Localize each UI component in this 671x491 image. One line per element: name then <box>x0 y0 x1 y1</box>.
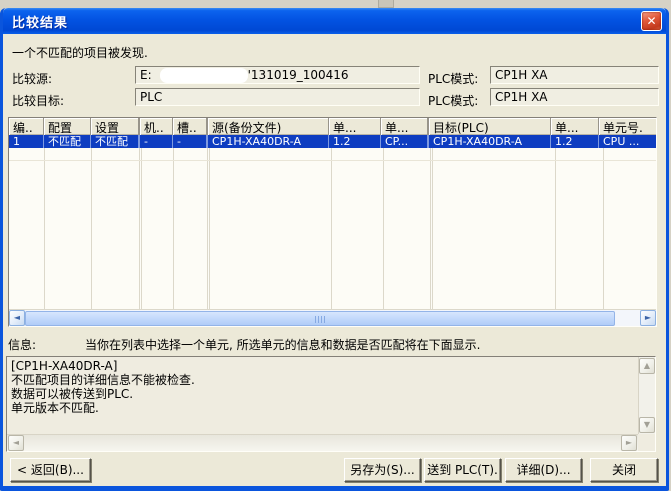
close-icon[interactable]: ✕ <box>641 11 662 31</box>
scroll-right-icon[interactable]: ► <box>640 310 656 326</box>
save-as-button[interactable]: 另存为(S)... <box>344 458 421 482</box>
compare-source-prefix: E: <box>140 68 152 82</box>
close-button[interactable]: 关闭 <box>590 458 658 482</box>
col-config[interactable]: 配置 <box>44 118 91 135</box>
cell-target-plc: CP1H-XA40DR-A <box>428 135 551 148</box>
col-unit-a[interactable]: 单... <box>329 118 381 135</box>
col-unit-c[interactable]: 单... <box>551 118 599 135</box>
dialog-body: 一个不匹配的项目被发现. 比较源: E: '131019_100416 PLC模… <box>3 34 666 486</box>
info-line: 不匹配项目的详细信息不能被检查. <box>11 373 634 387</box>
detail-info-text: [CP1H-XA40DR-A] 不匹配项目的详细信息不能被检查. 数据可以被传送… <box>7 357 638 434</box>
col-target-plc[interactable]: 目标(PLC) <box>428 118 551 135</box>
plc-mode-field-2: CP1H XA <box>490 88 659 106</box>
dialog-title: 比较结果 <box>12 12 68 31</box>
titlebar[interactable]: 比较结果 ✕ <box>3 8 666 34</box>
compare-target-value: PLC <box>140 90 162 104</box>
col-source-backup[interactable]: 源(备份文件) <box>207 118 329 135</box>
info-hint: 当你在列表中选择一个单元, 所选单元的信息和数据是否匹配将在下面显示. <box>85 336 480 353</box>
table-horizontal-scrollbar[interactable]: ◄ ► <box>9 309 656 326</box>
cell-unit-a: 1.2 <box>329 135 381 148</box>
compare-result-dialog: 比较结果 ✕ 一个不匹配的项目被发现. 比较源: E: '131019_1004… <box>0 8 669 491</box>
backdrop-notch <box>378 0 394 8</box>
plc-mode-value-2: CP1H XA <box>495 90 548 104</box>
scroll-track[interactable] <box>25 310 640 326</box>
scroll-down-icon[interactable]: ▼ <box>639 417 655 433</box>
comparison-table: 编.. 配置 设置 机.. 槽.. 源(备份文件) 单... 单... 目标(P… <box>8 117 657 327</box>
detail-button[interactable]: 详细(D)... <box>505 458 582 482</box>
plc-mode-value-1: CP1H XA <box>495 68 548 82</box>
info-horizontal-scrollbar[interactable]: ◄ ► <box>7 434 638 451</box>
back-button[interactable]: < 返回(B)... <box>10 458 91 482</box>
col-machine[interactable]: 机.. <box>139 118 173 135</box>
scroll-up-icon[interactable]: ▲ <box>639 358 655 374</box>
compare-source-field: E: '131019_100416 <box>135 66 420 84</box>
cell-source-backup: CP1H-XA40DR-A <box>207 135 329 148</box>
plc-mode-field-1: CP1H XA <box>490 66 659 84</box>
cell-config: 不匹配 <box>44 135 91 148</box>
compare-source-suffix: '131019_100416 <box>248 68 349 82</box>
cell-slot: - <box>173 135 207 148</box>
info-label: 信息: <box>8 336 36 353</box>
cell-machine: - <box>139 135 173 148</box>
table-header-row: 编.. 配置 设置 机.. 槽.. 源(备份文件) 单... 单... 目标(P… <box>9 118 656 135</box>
cell-unit-c: 1.2 <box>551 135 599 148</box>
plc-mode-label-1: PLC模式: <box>428 70 478 87</box>
col-unit-b[interactable]: 单... <box>381 118 428 135</box>
table-row-selected[interactable]: 1 不匹配 不匹配 - - CP1H-XA40DR-A 1.2 CP... CP… <box>9 135 656 148</box>
col-slot[interactable]: 槽.. <box>173 118 207 135</box>
info-line: 单元版本不匹配. <box>11 401 634 415</box>
table-empty-area <box>9 148 656 309</box>
scroll-thumb[interactable] <box>25 311 615 326</box>
censor-blob <box>160 68 248 83</box>
cell-number: 1 <box>9 135 44 148</box>
cell-unit-b: CP... <box>381 135 428 148</box>
scroll-left-icon[interactable]: ◄ <box>9 310 25 326</box>
scroll-left-icon[interactable]: ◄ <box>8 435 24 451</box>
col-unit-number[interactable]: 单元号. <box>599 118 656 135</box>
send-to-plc-button[interactable]: 送到 PLC(T). <box>424 458 501 482</box>
col-setting[interactable]: 设置 <box>91 118 139 135</box>
scroll-right-icon[interactable]: ► <box>621 435 637 451</box>
result-message: 一个不匹配的项目被发现. <box>12 44 148 61</box>
cell-setting: 不匹配 <box>91 135 139 148</box>
info-vertical-scrollbar[interactable]: ▲ ▼ <box>638 357 655 434</box>
col-number[interactable]: 编.. <box>9 118 44 135</box>
info-line: [CP1H-XA40DR-A] <box>11 359 634 373</box>
plc-mode-label-2: PLC模式: <box>428 92 478 109</box>
info-line: 数据可以被传送到PLC. <box>11 387 634 401</box>
detail-info-box: [CP1H-XA40DR-A] 不匹配项目的详细信息不能被检查. 数据可以被传送… <box>6 356 656 452</box>
cell-unit-number: CPU ... <box>599 135 656 148</box>
compare-target-field: PLC <box>135 88 420 106</box>
compare-source-label: 比较源: <box>12 70 52 87</box>
compare-target-label: 比较目标: <box>12 92 64 109</box>
